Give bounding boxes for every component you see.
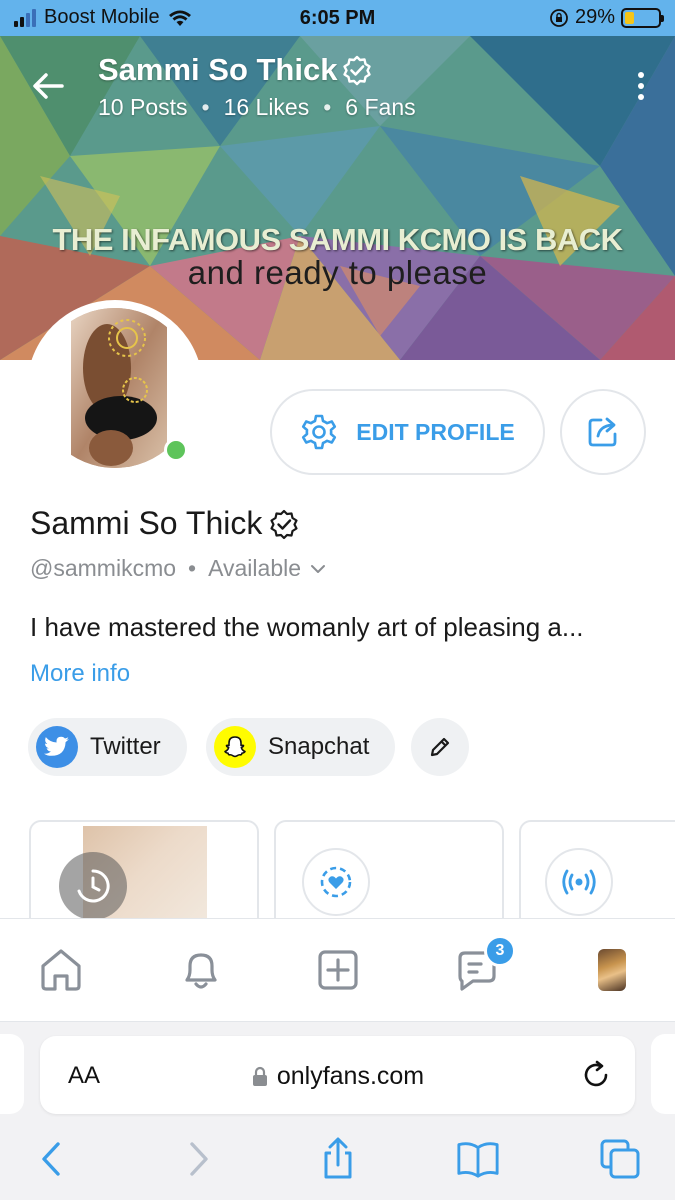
previous-tab-peek[interactable] xyxy=(0,1034,24,1114)
messages-badge: 3 xyxy=(484,935,516,967)
browser-share-button[interactable] xyxy=(316,1137,360,1181)
chevron-down-icon[interactable] xyxy=(309,560,327,578)
address-bar[interactable]: AA onlyfans.com xyxy=(40,1036,635,1114)
app-bottom-nav xyxy=(0,918,675,1022)
snapchat-ghost-icon xyxy=(214,726,256,768)
back-arrow-icon[interactable] xyxy=(28,66,68,106)
status-right: 29% xyxy=(549,6,664,29)
verified-badge-icon xyxy=(343,55,372,86)
battery-icon xyxy=(621,7,664,28)
nav-notifications[interactable] xyxy=(172,941,230,999)
header-stats: 10 Posts • 16 Likes • 6 Fans xyxy=(98,94,416,121)
book-icon xyxy=(457,1142,499,1178)
nav-profile[interactable] xyxy=(583,941,641,999)
lock-icon xyxy=(252,1066,267,1086)
profile-name: Sammi So Thick xyxy=(30,505,300,542)
separator-dot: • xyxy=(188,555,197,581)
posts-count: 10 Posts xyxy=(98,94,188,120)
profile-handle: @sammikcmo xyxy=(30,555,177,581)
share-icon xyxy=(588,417,617,447)
nav-home[interactable] xyxy=(32,941,90,999)
orientation-lock-icon xyxy=(550,8,568,27)
edit-socials-button[interactable] xyxy=(411,718,469,776)
profile-header: Sammi So Thick 10 Posts • 16 Likes • 6 F… xyxy=(0,36,675,136)
more-options-icon[interactable] xyxy=(637,72,645,102)
battery-percent: 29% xyxy=(574,6,615,28)
browser-tabs-button[interactable] xyxy=(598,1137,642,1181)
share-icon xyxy=(324,1137,352,1179)
browser-bookmarks-button[interactable] xyxy=(456,1137,500,1181)
header-name: Sammi So Thick xyxy=(98,52,338,87)
cover-banner-headline: THE INFAMOUS SAMMI KCMO IS BACK xyxy=(52,222,623,257)
next-tab-peek[interactable] xyxy=(651,1034,675,1114)
pencil-icon xyxy=(430,737,450,757)
url-display[interactable]: onlyfans.com xyxy=(40,1062,635,1091)
cover-banner-subline: and ready to please xyxy=(187,254,488,291)
snapchat-label: Snapchat xyxy=(268,733,370,760)
chevron-left-icon xyxy=(42,1142,60,1176)
add-post-icon xyxy=(318,950,358,990)
heart-timer-icon xyxy=(302,848,370,916)
separator-dot: • xyxy=(323,94,332,120)
snapchat-link[interactable]: Snapchat xyxy=(206,718,396,776)
browser-back-button[interactable] xyxy=(30,1137,74,1181)
availability-status[interactable]: Available xyxy=(208,555,301,582)
more-info-link[interactable]: More info xyxy=(30,660,130,688)
twitter-bird-icon xyxy=(36,726,78,768)
nav-new-post[interactable] xyxy=(309,941,367,999)
gear-icon xyxy=(302,414,337,450)
bell-icon xyxy=(185,953,217,989)
profile-subline: @sammikcmo • Available xyxy=(30,555,327,582)
header-title: Sammi So Thick xyxy=(98,52,373,88)
profile-bio: I have mastered the womanly art of pleas… xyxy=(30,612,584,642)
verified-badge-icon xyxy=(270,509,298,539)
home-icon xyxy=(41,949,81,991)
likes-count: 16 Likes xyxy=(223,94,310,120)
status-bar: Boost Mobile 6:05 PM 29% xyxy=(0,0,675,36)
profile-name-text: Sammi So Thick xyxy=(30,505,263,541)
edit-profile-button[interactable]: EDIT PROFILE xyxy=(270,389,545,475)
url-text: onlyfans.com xyxy=(276,1062,425,1090)
online-status-dot xyxy=(164,438,188,462)
share-profile-button[interactable] xyxy=(560,389,646,475)
twitter-link[interactable]: Twitter xyxy=(28,718,187,776)
separator-dot: • xyxy=(201,94,210,120)
avatar xyxy=(598,949,626,991)
twitter-label: Twitter xyxy=(90,733,161,760)
fans-count: 6 Fans xyxy=(345,94,416,120)
edit-profile-label: EDIT PROFILE xyxy=(356,418,515,445)
broadcast-icon xyxy=(545,848,613,916)
browser-toolbar: AA onlyfans.com xyxy=(0,1022,675,1200)
story-timer-icon xyxy=(59,852,127,920)
reload-icon[interactable] xyxy=(579,1058,613,1092)
chevron-right-icon xyxy=(190,1142,208,1176)
browser-forward-button[interactable] xyxy=(176,1137,220,1181)
tabs-icon xyxy=(600,1139,640,1179)
